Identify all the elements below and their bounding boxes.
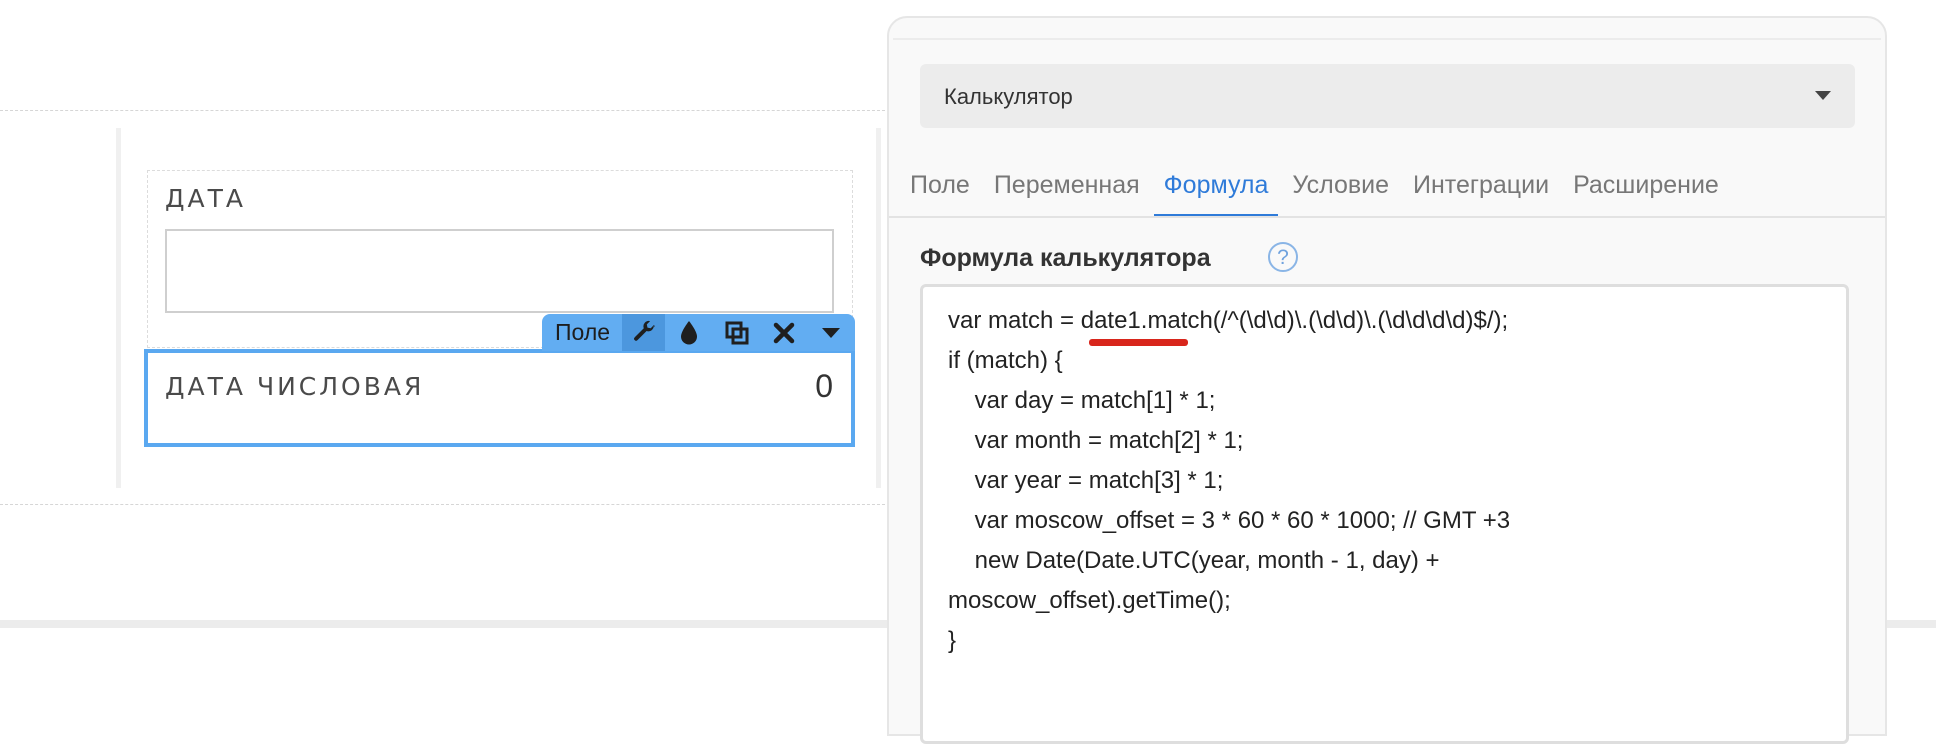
- drop-icon[interactable]: [665, 314, 712, 351]
- caret-down-icon[interactable]: [808, 314, 855, 351]
- date-input[interactable]: [165, 229, 834, 313]
- tab-condition[interactable]: Условие: [1292, 164, 1389, 218]
- numeric-date-value: 0: [815, 368, 833, 404]
- formula-code[interactable]: var match = date1.match(/^(\d\d)\.(\d\d)…: [948, 301, 1510, 661]
- help-icon[interactable]: ?: [1268, 242, 1298, 272]
- tab-formula[interactable]: Формула: [1153, 164, 1279, 218]
- field-type-value: Калькулятор: [944, 84, 1073, 109]
- canvas-top-border: [0, 110, 890, 111]
- close-icon[interactable]: [760, 314, 807, 351]
- field-toolbar: Поле: [542, 314, 855, 351]
- tab-extension[interactable]: Расширение: [1573, 164, 1719, 218]
- date-field-label: ДАТА: [165, 184, 247, 213]
- toolbar-field-label[interactable]: Поле: [542, 314, 622, 351]
- settings-tabs: Поле Переменная Формула Условие Интеграц…: [910, 164, 1743, 218]
- tab-field[interactable]: Поле: [910, 164, 970, 218]
- panel-header-line: [893, 38, 1881, 40]
- wrench-icon[interactable]: [622, 314, 666, 351]
- tabs-divider: [889, 216, 1885, 218]
- canvas-bottom-border: [0, 504, 890, 505]
- numeric-date-label: ДАТА ЧИСЛОВАЯ: [165, 372, 425, 401]
- column-right-border: [876, 128, 881, 488]
- column-left-border: [116, 128, 121, 488]
- error-underline: [1089, 339, 1188, 346]
- chevron-down-icon: [1815, 91, 1831, 100]
- tab-variable[interactable]: Переменная: [994, 164, 1140, 218]
- field-type-select[interactable]: Калькулятор: [920, 64, 1855, 128]
- tab-integrations[interactable]: Интеграции: [1413, 164, 1549, 218]
- section-title: Формула калькулятора: [920, 244, 1211, 272]
- copy-icon[interactable]: [713, 314, 760, 351]
